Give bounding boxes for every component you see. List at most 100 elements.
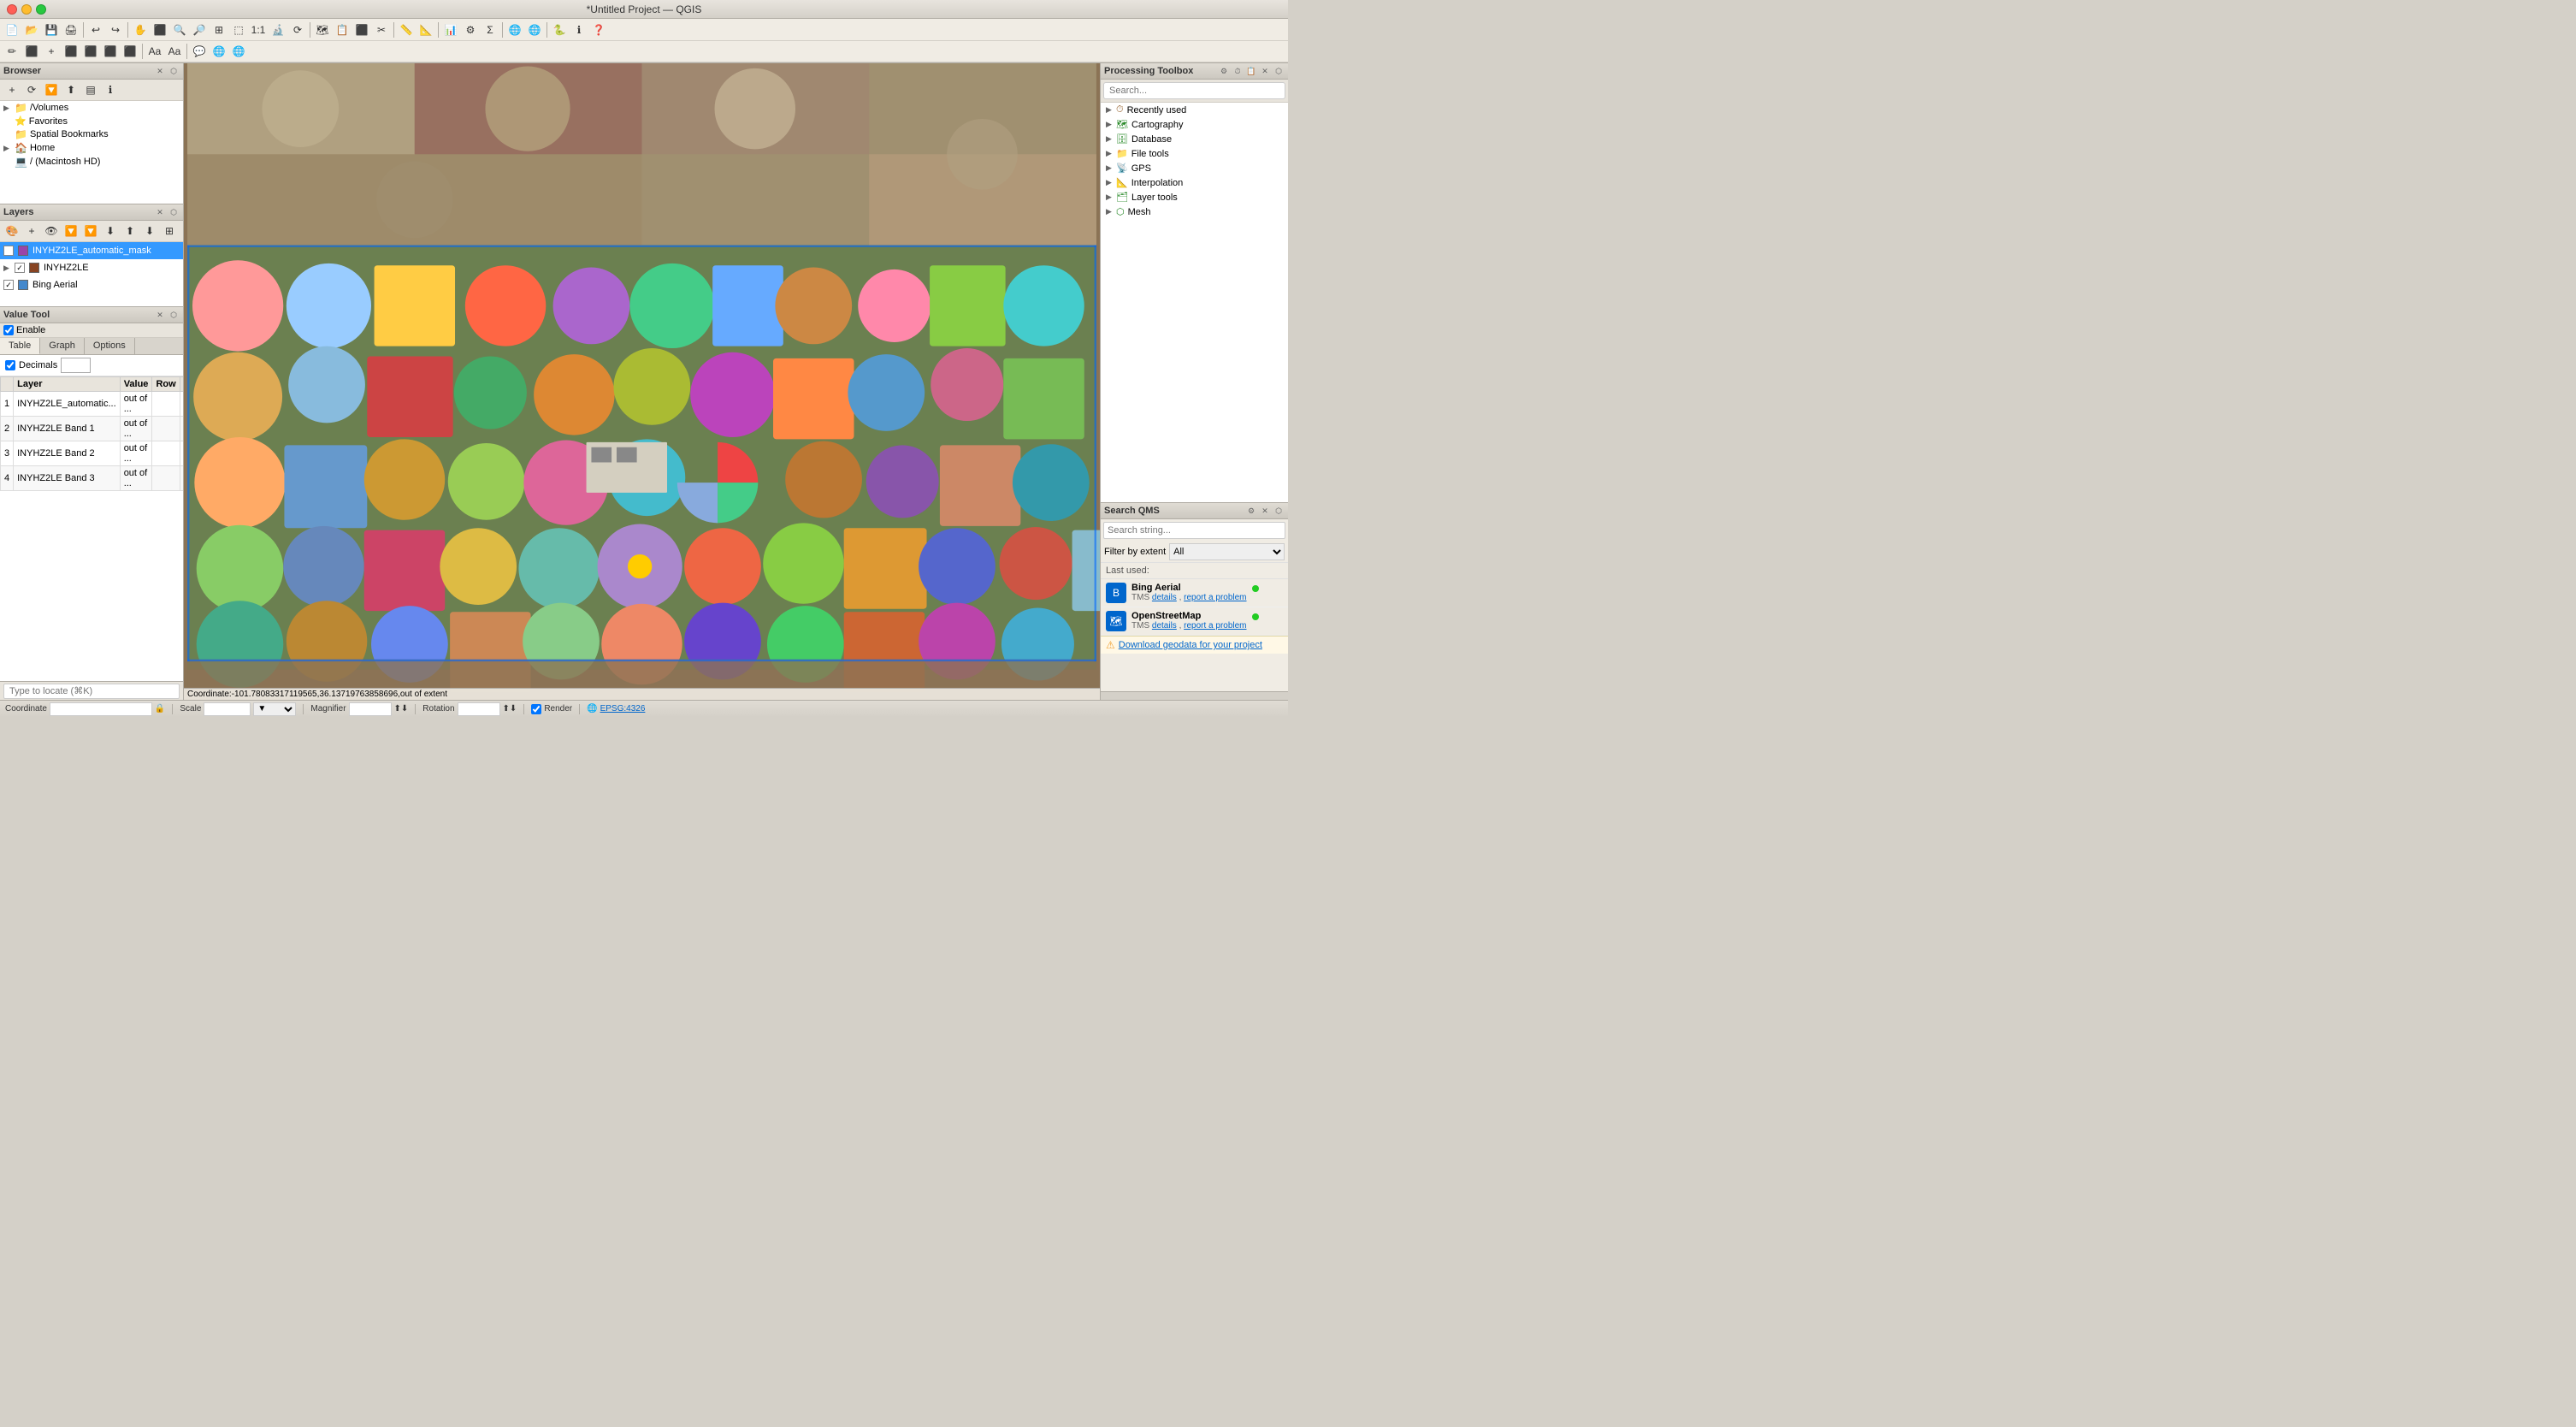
browser-item-home[interactable]: ▶ 🏠 Home xyxy=(0,141,183,155)
proc-item-recently-used[interactable]: ▶ ⏱ Recently used xyxy=(1101,103,1288,117)
qms-search-input[interactable] xyxy=(1103,522,1285,539)
layers-filter-btn[interactable]: 🔽 xyxy=(62,222,80,240)
layer-bing-checkbox[interactable]: ✓ xyxy=(3,280,14,290)
layers-style-btn[interactable]: 🎨 xyxy=(3,222,21,240)
add-feature-button[interactable]: + xyxy=(42,42,61,61)
search-qms-close-btn[interactable]: ✕ xyxy=(1259,505,1271,517)
browser-item-mac[interactable]: 💻 / (Macintosh HD) xyxy=(0,155,183,169)
qms-item-osm[interactable]: 🗺 OpenStreetMap TMS details , report a p… xyxy=(1101,607,1288,636)
zoom-native-button[interactable]: 🔬 xyxy=(269,21,287,39)
tab-graph[interactable]: Graph xyxy=(40,338,85,354)
decimals-input[interactable]: 2 xyxy=(61,358,91,373)
proc-item-file-tools[interactable]: ▶ 📁 File tools xyxy=(1101,146,1288,161)
search-qms-float-btn[interactable]: ⬡ xyxy=(1273,505,1285,517)
bing-details-link[interactable]: details xyxy=(1152,593,1177,602)
refresh-button[interactable]: ⟳ xyxy=(288,21,307,39)
python-button[interactable]: 🐍 xyxy=(550,21,569,39)
layers-up-btn[interactable]: ⬆ xyxy=(121,222,139,240)
coordinate-input[interactable]: 36,1372° -101,7808° xyxy=(50,702,152,716)
select-rect-button[interactable]: ⬛ xyxy=(352,21,371,39)
deselect-button[interactable]: ✂ xyxy=(372,21,391,39)
layers-float-btn[interactable]: ⬡ xyxy=(168,206,180,218)
layer-item-bing[interactable]: ✓ Bing Aerial xyxy=(0,276,183,293)
zoom-out-button[interactable]: 🔎 xyxy=(190,21,209,39)
close-button[interactable] xyxy=(7,4,17,15)
proc-item-database[interactable]: ▶ 🗄 Database xyxy=(1101,132,1288,146)
magnifier-arrows[interactable]: ⬆⬇ xyxy=(394,704,409,714)
search-qms-settings-btn[interactable]: ⚙ xyxy=(1245,505,1257,517)
proc-item-layer-tools[interactable]: ▶ 🗂 Layer tools xyxy=(1101,190,1288,204)
magnifier-input[interactable]: 100% xyxy=(349,702,392,716)
epsg-label[interactable]: EPSG:4326 xyxy=(600,704,646,714)
zoom-layer-button[interactable]: 1:1 xyxy=(249,21,268,39)
edit-toolbar-btn3[interactable]: ⬛ xyxy=(101,42,120,61)
redo-button[interactable]: ↪ xyxy=(106,21,125,39)
statistical-summary-button[interactable]: Σ xyxy=(481,21,499,39)
pan-tool[interactable]: ✋ xyxy=(131,21,150,39)
render-checkbox[interactable] xyxy=(531,704,541,714)
help-button[interactable]: ❓ xyxy=(589,21,608,39)
select-button[interactable]: 📋 xyxy=(333,21,352,39)
map-tips-button[interactable]: 💬 xyxy=(190,42,209,61)
layers-down-btn[interactable]: ⬇ xyxy=(140,222,159,240)
browser-properties-btn[interactable]: ℹ xyxy=(101,80,120,99)
edit-toolbar-btn1[interactable]: ⬛ xyxy=(62,42,80,61)
proc-item-gps[interactable]: ▶ 📡 GPS xyxy=(1101,161,1288,175)
browser-toggle-btn[interactable]: ▤ xyxy=(81,80,100,99)
web-btn2[interactable]: 🌐 xyxy=(229,42,248,61)
rotation-arrows[interactable]: ⬆⬇ xyxy=(503,704,517,714)
layers-filter-layer-btn[interactable]: 🔽 xyxy=(81,222,100,240)
digitize-button[interactable]: ✏ xyxy=(3,42,21,61)
crs-button[interactable]: 🌐 xyxy=(505,21,524,39)
new-project-button[interactable]: 📄 xyxy=(3,21,21,39)
measure-area-button[interactable]: 📐 xyxy=(417,21,435,39)
label-tool[interactable]: Aa xyxy=(145,42,164,61)
zoom-full-button[interactable]: ⊞ xyxy=(210,21,228,39)
processing-float-btn[interactable]: ⬡ xyxy=(1273,65,1285,77)
scale-input[interactable]: 1:83323 xyxy=(204,702,251,716)
proc-item-interpolation[interactable]: ▶ 📐 Interpolation xyxy=(1101,175,1288,190)
layer-mask-checkbox[interactable]: ✓ xyxy=(3,246,14,256)
browser-item-spatial[interactable]: 📁 Spatial Bookmarks xyxy=(0,127,183,141)
identify-button[interactable]: 🗺 xyxy=(313,21,332,39)
browser-collapse-btn[interactable]: ⬆ xyxy=(62,80,80,99)
browser-filter-btn[interactable]: 🔽 xyxy=(42,80,61,99)
rotation-input[interactable]: 0,0 ° xyxy=(458,702,500,716)
attribute-table-button[interactable]: 📊 xyxy=(441,21,460,39)
edit-toolbar-btn2[interactable]: ⬛ xyxy=(81,42,100,61)
qms-item-bing[interactable]: B Bing Aerial TMS details , report a pro… xyxy=(1101,579,1288,607)
web-button[interactable]: 🌐 xyxy=(210,42,228,61)
download-geodata-link[interactable]: Download geodata for your project xyxy=(1119,640,1262,650)
browser-item-favorites[interactable]: ⭐ Favorites xyxy=(0,115,183,127)
locate-input[interactable] xyxy=(3,684,180,699)
qgis-home-button[interactable]: ℹ xyxy=(570,21,588,39)
osm-details-link[interactable]: details xyxy=(1152,621,1177,631)
processing-history-btn[interactable]: ⏱ xyxy=(1232,65,1244,77)
pan-map-button[interactable]: ⬛ xyxy=(151,21,169,39)
layers-expand-btn[interactable]: ⬇ xyxy=(101,222,120,240)
tab-table[interactable]: Table xyxy=(0,338,40,354)
processing-settings-btn[interactable]: ⚙ xyxy=(1218,65,1230,77)
value-tool-float-btn[interactable]: ⬡ xyxy=(168,309,180,321)
proc-item-mesh[interactable]: ▶ ⬡ Mesh xyxy=(1101,204,1288,219)
open-project-button[interactable]: 📂 xyxy=(22,21,41,39)
bing-report-link[interactable]: report a problem xyxy=(1184,593,1246,602)
layer-properties-button[interactable]: ⚙ xyxy=(461,21,480,39)
layer-inyhz2le-checkbox[interactable]: ✓ xyxy=(15,263,25,273)
processing-close-btn[interactable]: ✕ xyxy=(1259,65,1271,77)
processing-search-input[interactable] xyxy=(1103,82,1285,99)
tab-options[interactable]: Options xyxy=(85,338,135,354)
proc-item-cartography[interactable]: ▶ 🗺 Cartography xyxy=(1101,117,1288,132)
undo-button[interactable]: ↩ xyxy=(86,21,105,39)
browser-float-btn[interactable]: ⬡ xyxy=(168,65,180,77)
tile-scale-button[interactable]: 🌐 xyxy=(525,21,544,39)
layers-close-btn[interactable]: ✕ xyxy=(154,206,166,218)
minimize-button[interactable] xyxy=(21,4,32,15)
browser-add-btn[interactable]: + xyxy=(3,80,21,99)
zoom-selection-button[interactable]: ⬚ xyxy=(229,21,248,39)
save-project-button[interactable]: 💾 xyxy=(42,21,61,39)
processing-results-btn[interactable]: 📋 xyxy=(1245,65,1257,77)
edit-toolbar-btn4[interactable]: ⬛ xyxy=(121,42,139,61)
maximize-button[interactable] xyxy=(36,4,46,15)
layers-remove-btn[interactable]: 👁 xyxy=(42,222,61,240)
